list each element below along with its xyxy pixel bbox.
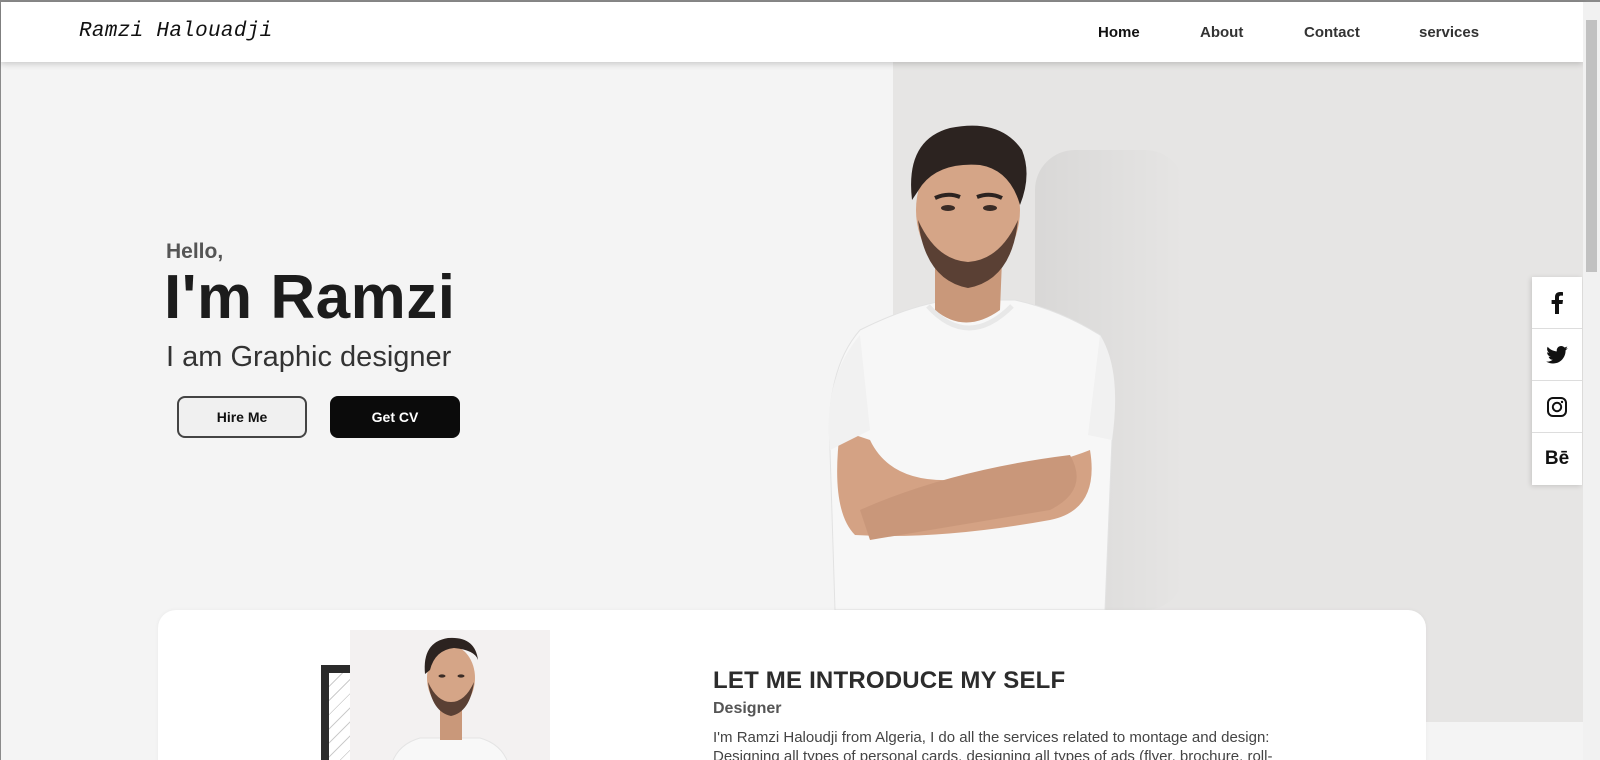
behance-link[interactable]: Bē [1532, 433, 1582, 485]
intro-portrait [392, 637, 508, 760]
get-cv-button[interactable]: Get CV [330, 396, 460, 438]
hero-portrait [828, 125, 1116, 610]
instagram-icon [1547, 396, 1567, 417]
intro-subtitle: Designer [713, 700, 782, 717]
hero-greeting: Hello, [166, 240, 224, 263]
behance-icon: Bē [1544, 448, 1570, 469]
social-rail: Bē [1532, 277, 1582, 485]
scrollbar[interactable] [1583, 2, 1600, 760]
facebook-icon [1551, 291, 1563, 314]
intro-title: LET ME INTRODUCE MY SELF [713, 667, 1066, 694]
hero-name: I'm Ramzi [164, 263, 456, 332]
navbar: Ramzi Halouadji Home About Contact servi… [1, 2, 1583, 62]
nav-about[interactable]: About [1200, 24, 1243, 41]
scrollbar-thumb[interactable] [1586, 20, 1597, 272]
brand-logo[interactable]: Ramzi Halouadji [79, 20, 273, 43]
twitter-link[interactable] [1532, 329, 1582, 381]
facebook-link[interactable] [1532, 277, 1582, 329]
nav-home[interactable]: Home [1098, 24, 1140, 41]
instagram-link[interactable] [1532, 381, 1582, 433]
nav-services[interactable]: services [1419, 24, 1479, 41]
window-frame-left [0, 0, 1, 760]
intro-text: I'm Ramzi Haloudji from Algeria, I do al… [713, 729, 1273, 760]
hire-me-button[interactable]: Hire Me [177, 396, 307, 438]
hatch-decoration [329, 673, 351, 760]
nav-contact[interactable]: Contact [1304, 24, 1360, 41]
intro-photo [350, 630, 550, 760]
hero-role: I am Graphic designer [166, 341, 452, 373]
twitter-icon [1546, 345, 1568, 363]
